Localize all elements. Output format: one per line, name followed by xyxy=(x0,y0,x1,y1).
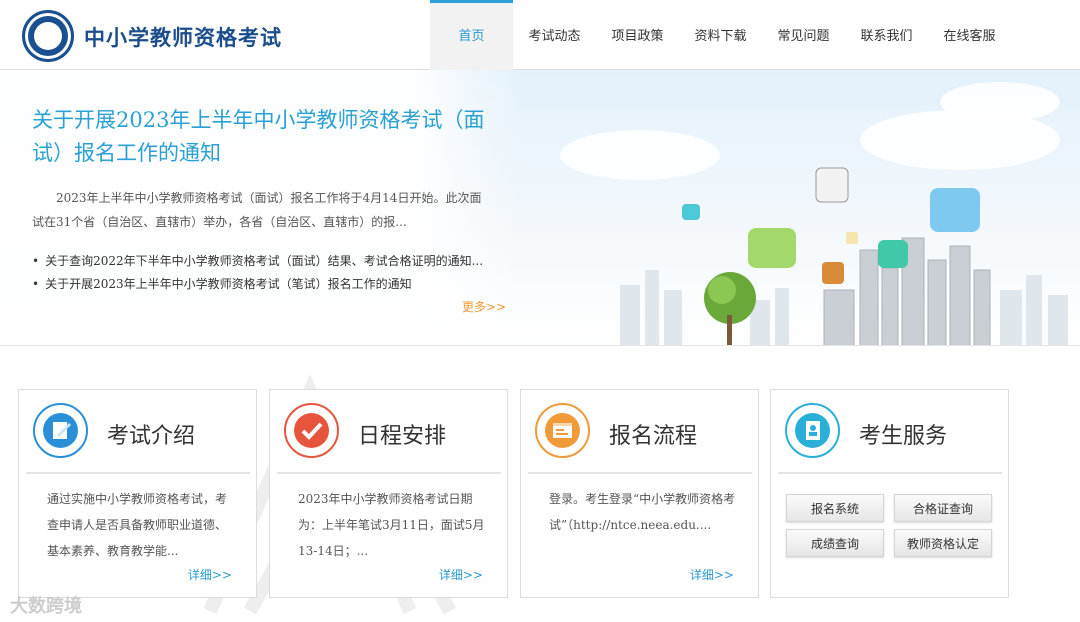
card-title: 考生服务 xyxy=(859,424,948,449)
card-divider xyxy=(277,472,501,474)
certificate-query-button[interactable]: 合格证查询 xyxy=(894,494,992,522)
teacher-certification-button[interactable]: 教师资格认定 xyxy=(894,529,992,557)
site-title[interactable]: 中小学教师资格考试 xyxy=(84,22,282,52)
cloud-decoration xyxy=(940,82,1060,122)
registration-system-button[interactable]: 报名系统 xyxy=(786,494,884,522)
card-title: 报名流程 xyxy=(609,424,698,449)
hero-banner: 关于开展2023年上半年中小学教师资格考试（面试）报名工作的通知 2023年上半… xyxy=(0,70,1080,346)
headline-summary: 2023年上半年中小学教师资格考试（面试）报名工作将于4月14日开始。此次面试在… xyxy=(32,191,482,229)
nav-item-downloads[interactable]: 资料下载 xyxy=(679,0,762,70)
card-summary: 登录。考生登录“中小学教师资格考试”（http://ntce.neea.edu.… xyxy=(549,492,736,532)
contact-book-icon xyxy=(785,403,840,458)
banner-content: 关于开展2023年上半年中小学教师资格考试（面试）报名工作的通知 2023年上半… xyxy=(0,70,520,345)
news-item[interactable]: 关于开展2023年上半年中小学教师资格考试（笔试）报名工作的通知 xyxy=(32,273,483,296)
site-header: 中小学教师资格考试 首页 考试动态 项目政策 资料下载 常见问题 联系我们 在线… xyxy=(0,0,1080,70)
nav-item-faq[interactable]: 常见问题 xyxy=(762,0,845,70)
headline-link[interactable]: 关于开展2023年上半年中小学教师资格考试（面试）报名工作的通知 xyxy=(32,104,492,170)
card-summary: 2023年中小学教师资格考试日期为：上半年笔试3月11日，面试5月13-14日；… xyxy=(298,492,485,558)
card-title: 考试介绍 xyxy=(107,424,196,449)
news-list: 关于查询2022年下半年中小学教师资格考试（面试）结果、考试合格证明的通知...… xyxy=(32,250,483,296)
score-query-button[interactable]: 成绩查询 xyxy=(786,529,884,557)
card-candidate-services: 考生服务 报名系统 合格证查询 成绩查询 教师资格认定 xyxy=(770,389,1009,598)
card-divider xyxy=(528,472,752,474)
card-exam-intro: 考试介绍 通过实施中小学教师资格考试，考查申请人是否具备教师职业道德、基本素养、… xyxy=(18,389,257,598)
nav-item-policy[interactable]: 项目政策 xyxy=(596,0,679,70)
feature-cards: 考试介绍 通过实施中小学教师资格考试，考查申请人是否具备教师职业道德、基本素养、… xyxy=(0,346,1080,622)
checkmark-icon xyxy=(284,403,339,458)
card-summary: 通过实施中小学教师资格考试，考查申请人是否具备教师职业道德、基本素养、教育教学能… xyxy=(47,492,228,558)
card-registration-process: 报名流程 登录。考生登录“中小学教师资格考试”（http://ntce.neea… xyxy=(520,389,759,598)
card-details-link[interactable]: 详细>> xyxy=(690,566,734,583)
card-divider xyxy=(26,472,250,474)
card-details-link[interactable]: 详细>> xyxy=(439,566,483,583)
nav-item-home[interactable]: 首页 xyxy=(430,0,513,70)
logo-icon[interactable] xyxy=(22,10,74,62)
card-details-link[interactable]: 详细>> xyxy=(188,566,232,583)
nav-item-contact[interactable]: 联系我们 xyxy=(845,0,928,70)
watermark: 大数跨境 xyxy=(10,596,82,617)
card-schedule: 日程安排 2023年中小学教师资格考试日期为：上半年笔试3月11日，面试5月13… xyxy=(269,389,508,598)
document-edit-icon xyxy=(33,403,88,458)
more-news-link[interactable]: 更多>> xyxy=(462,298,506,315)
city-illustration xyxy=(620,167,1068,345)
news-item[interactable]: 关于查询2022年下半年中小学教师资格考试（面试）结果、考试合格证明的通知... xyxy=(32,250,483,273)
browser-form-icon xyxy=(535,403,590,458)
card-divider xyxy=(778,472,1002,474)
main-nav: 首页 考试动态 项目政策 资料下载 常见问题 联系我们 在线客服 xyxy=(430,0,1011,70)
nav-item-exam-news[interactable]: 考试动态 xyxy=(513,0,596,70)
card-title: 日程安排 xyxy=(358,424,447,449)
nav-item-online-service[interactable]: 在线客服 xyxy=(928,0,1011,70)
